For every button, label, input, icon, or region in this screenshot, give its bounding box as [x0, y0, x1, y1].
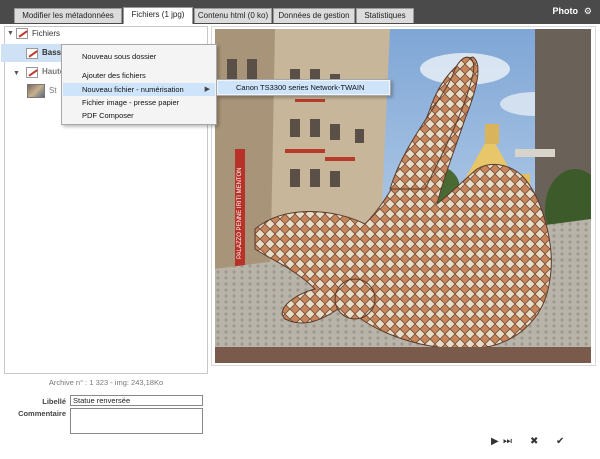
commentaire-textarea[interactable]	[70, 408, 203, 434]
close-icon[interactable]: ✖	[530, 436, 538, 447]
chevron-down-icon[interactable]: ▼	[13, 70, 20, 77]
menu-item-label: Nouveau fichier - numérisation	[82, 85, 184, 94]
folder-icon	[16, 28, 28, 39]
tree-item-label[interactable]: Bass	[42, 45, 61, 61]
banner-text: PALAZZO PENNE IRITI MENTON	[237, 168, 243, 259]
libelle-input[interactable]: Statue renversée	[70, 395, 203, 406]
panel-title: Photo	[552, 6, 579, 16]
libelle-label: Libellé	[42, 397, 66, 406]
menu-item-new-file-scan[interactable]: Nouveau fichier - numérisation ▶	[63, 83, 215, 96]
gear-icon[interactable]: ⚙	[584, 6, 592, 17]
tab-statistics[interactable]: Statistiques	[356, 8, 414, 23]
tab-metadata[interactable]: Modifier les métadonnées	[14, 8, 122, 23]
tree-item-label[interactable]: St	[49, 83, 57, 99]
menu-item-new-subfolder[interactable]: Nouveau sous dossier	[63, 50, 215, 63]
commentaire-label: Commentaire	[18, 409, 66, 418]
chevron-down-icon[interactable]: ▼	[7, 30, 14, 37]
folder-icon	[26, 67, 38, 78]
chevron-right-icon: ▶	[204, 86, 210, 93]
skip-last-icon[interactable]: ⏭	[503, 436, 512, 447]
image-thumbnail[interactable]	[27, 84, 45, 98]
menu-item-add-files[interactable]: Ajouter des fichiers	[63, 69, 215, 82]
tab-html-content[interactable]: Contenu html (0 ko)	[194, 8, 272, 23]
archive-info: Archive n° : 1 323 - img: 243,18Ko	[48, 378, 164, 387]
tab-files[interactable]: Fichiers (1 jpg)	[123, 7, 193, 24]
folder-icon	[26, 48, 38, 59]
play-icon[interactable]: ▶	[491, 436, 499, 447]
menu-item-scanner-canon[interactable]: Canon TS3300 series Network-TWAIN	[218, 81, 389, 94]
top-bar: Modifier les métadonnées Fichiers (1 jpg…	[0, 0, 600, 24]
tree-root-label[interactable]: Fichiers	[32, 26, 60, 42]
scan-submenu: Canon TS3300 series Network-TWAIN	[216, 79, 391, 96]
menu-item-clipboard-image[interactable]: Fichier image - presse papier	[63, 96, 215, 109]
menu-item-pdf-composer[interactable]: PDF Composer	[63, 109, 215, 122]
context-menu: Nouveau sous dossier Ajouter des fichier…	[61, 44, 217, 125]
check-icon[interactable]: ✔	[556, 436, 564, 447]
tab-management-data[interactable]: Données de gestion	[273, 8, 355, 23]
